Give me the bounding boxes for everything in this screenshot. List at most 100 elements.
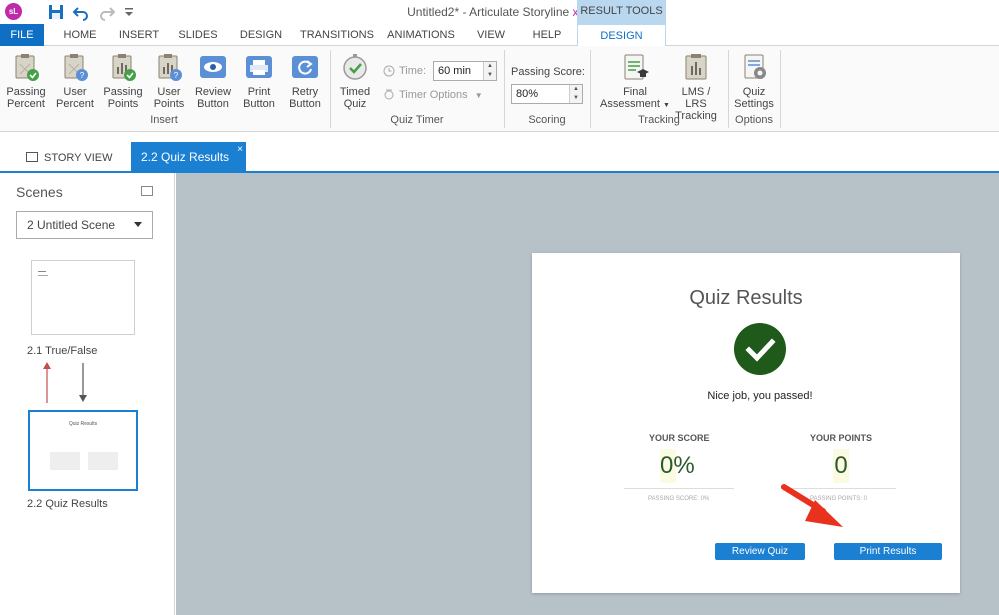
slide-thumbnail-quiz-results[interactable]: Quiz Results [28, 410, 138, 491]
clipboard-chart-user-icon: ? [158, 54, 182, 81]
printer-icon [246, 56, 272, 78]
clock-icon [383, 65, 395, 77]
timed-quiz-label-2: Quiz [343, 98, 367, 110]
quiz-timer-group-label: Quiz Timer [390, 114, 444, 126]
user-percent-label-2: Percent [56, 98, 94, 110]
retry-button-button[interactable]: Retry Button [282, 50, 328, 110]
undo-icon[interactable] [72, 3, 90, 21]
final-assessment-button[interactable]: Final Assessment ▼ [597, 50, 673, 112]
clipboard-user-icon: ? [64, 54, 88, 81]
tab-view[interactable]: VIEW [469, 24, 513, 46]
thumb-title: Quiz Results [68, 421, 98, 427]
user-percent-label-1: User [63, 86, 87, 98]
slide-thumbnail-true-false[interactable] [31, 260, 135, 335]
tab-slides[interactable]: SLIDES [173, 24, 223, 46]
scenes-panel: Scenes 2 Untitled Scene 2.1 True/False Q… [0, 173, 175, 615]
review-quiz-button[interactable]: Review Quiz [715, 543, 805, 560]
tab-file[interactable]: FILE [0, 24, 44, 46]
your-score-value[interactable]: 0% [660, 449, 695, 483]
eye-icon [200, 56, 226, 78]
user-percent-button[interactable]: ? User Percent [52, 50, 98, 110]
retry-icon [292, 56, 318, 78]
scene-select-value: 2 Untitled Scene [27, 218, 116, 232]
passing-percent-button[interactable]: Passing Percent [3, 50, 49, 110]
retry-button-label-1: Retry [291, 86, 319, 98]
checkmark-glyph [745, 338, 776, 362]
passing-points-label-1: Passing [103, 86, 143, 98]
window-title: Untitled2* - Articulate Storyline x64 [0, 5, 999, 19]
slide-title[interactable]: Quiz Results [532, 287, 960, 310]
timed-quiz-button[interactable]: Timed Quiz [332, 50, 378, 110]
quiz-settings-button[interactable]: Quiz Settings [731, 50, 777, 110]
chevron-down-icon: ▼ [663, 102, 670, 109]
insert-group-label: Insert [150, 114, 178, 126]
your-points-label[interactable]: YOUR POINTS [810, 433, 872, 443]
tab-story-view[interactable]: STORY VIEW [14, 146, 124, 170]
story-view-icon [26, 152, 38, 162]
clipboard-chart-check-icon [112, 54, 136, 81]
your-points-value[interactable]: 0 [833, 449, 849, 483]
clipboard-bars-icon [685, 54, 707, 80]
passed-message[interactable]: Nice job, you passed! [532, 390, 988, 402]
user-points-button[interactable]: ? User Points [146, 50, 192, 110]
review-button-button[interactable]: Review Button [190, 50, 236, 110]
quiz-results-slide[interactable]: Quiz Results Nice job, you passed! YOUR … [532, 253, 960, 593]
review-button-label-1: Review [194, 86, 232, 98]
scenes-title: Scenes [16, 184, 63, 200]
final-assessment-label-2: Assessment [600, 98, 660, 110]
svg-text:?: ? [174, 71, 179, 80]
scoring-group-label: Scoring [528, 114, 566, 126]
tab-animations[interactable]: ANIMATIONS [383, 24, 459, 46]
review-button-label-2: Button [197, 98, 229, 110]
tab-help[interactable]: HELP [524, 24, 570, 46]
timer-options-dropdown[interactable]: Timer Options ▼ [399, 89, 483, 101]
score-divider [624, 488, 734, 489]
passing-score-input[interactable]: 80% ▲ ▼ [511, 84, 583, 104]
quiz-settings-label-2: Settings [734, 98, 774, 110]
passing-score-spinner[interactable]: ▲ ▼ [569, 85, 582, 103]
tab-home[interactable]: HOME [55, 24, 105, 46]
storyline-logo-icon[interactable]: sL [5, 3, 22, 20]
restore-pane-icon[interactable] [141, 186, 153, 196]
tab-result-design[interactable]: DESIGN [577, 24, 666, 47]
close-tab-icon[interactable]: × [237, 134, 243, 165]
customize-toolbar-icon[interactable] [120, 3, 138, 21]
ribbon-tabs: FILE HOME INSERT SLIDES DESIGN TRANSITIO… [0, 24, 999, 47]
print-results-button[interactable]: Print Results [834, 543, 942, 560]
tracking-group-label: Tracking [638, 114, 680, 126]
user-points-label-2: Points [153, 98, 185, 110]
clipboard-graduation-icon [624, 54, 649, 80]
passing-percent-label-1: Passing [6, 86, 46, 98]
thumb-points-box [88, 452, 118, 470]
time-input[interactable]: 60 min ▲ ▼ [433, 61, 497, 81]
print-button-label-1: Print [247, 86, 271, 98]
tab-quiz-results[interactable]: 2.2 Quiz Results × [131, 142, 246, 173]
your-score-label[interactable]: YOUR SCORE [649, 433, 710, 443]
passing-points-button[interactable]: Passing Points [100, 50, 146, 110]
save-icon[interactable] [47, 3, 65, 21]
tab-transitions[interactable]: TRANSITIONS [297, 24, 377, 46]
lms-lrs-label-1: LMS / LRS [681, 86, 711, 110]
user-points-label-1: User [157, 86, 181, 98]
time-spinner[interactable]: ▲ ▼ [483, 62, 496, 80]
svg-text:?: ? [80, 71, 85, 80]
passing-score-note[interactable]: PASSING SCORE: 0% [648, 496, 709, 502]
redo-icon[interactable] [98, 3, 116, 21]
annotation-arrow-icon [781, 484, 843, 527]
thumb-text-line [38, 275, 48, 276]
result-tools-header: RESULT TOOLS [577, 0, 666, 24]
tab-design[interactable]: DESIGN [234, 24, 288, 46]
story-view-label: STORY VIEW [44, 152, 113, 164]
quiz-settings-icon [744, 54, 766, 79]
lms-lrs-tracking-button[interactable]: LMS / LRS Tracking [670, 50, 722, 122]
slide-canvas: Quiz Results Nice job, you passed! YOUR … [176, 173, 999, 615]
tab-insert[interactable]: INSERT [113, 24, 165, 46]
print-button-button[interactable]: Print Button [236, 50, 282, 110]
timer-options-icon [384, 89, 394, 100]
slide-label: 2.1 True/False [27, 345, 98, 357]
timed-quiz-label-1: Timed [339, 86, 371, 98]
title-bar: sL Untitled2* - Articulate Storyline x64… [0, 0, 999, 24]
scene-select[interactable]: 2 Untitled Scene [16, 211, 153, 239]
check-icon[interactable] [734, 323, 786, 375]
time-label: Time: [399, 65, 427, 77]
